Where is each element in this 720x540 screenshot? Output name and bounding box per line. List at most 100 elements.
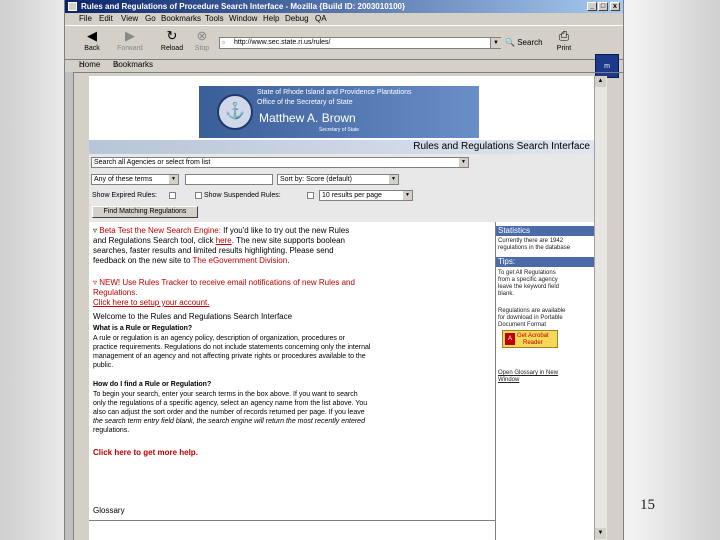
help-link[interactable]: Click here to get more help.: [93, 448, 198, 458]
reload-icon: ↻: [166, 28, 178, 43]
pdf-line-1: Regulations are available: [498, 308, 566, 314]
menu-file[interactable]: File: [79, 13, 92, 25]
rules-tracker-line-2: Regulations.: [93, 288, 138, 297]
tips-line-2: from a specific agency: [498, 277, 558, 283]
open-glossary-link[interactable]: Open Glossary in New: [498, 370, 592, 377]
show-expired-checkbox[interactable]: [169, 192, 176, 199]
how-line-5: regulations.: [93, 427, 130, 434]
banner-office: Office of the Secretary of State: [257, 99, 353, 106]
beta-line-3: searches, faster results and limited res…: [93, 246, 334, 255]
beta-line-4: feedback on the new site to The eGovernm…: [93, 256, 290, 265]
menu-edit[interactable]: Edit: [99, 13, 113, 25]
search-icon: 🔍: [505, 38, 515, 47]
menu-view[interactable]: View: [121, 13, 138, 25]
minimize-button[interactable]: _: [587, 2, 597, 11]
menu-bar: File Edit View Go Bookmarks Tools Window…: [65, 13, 623, 25]
what-question: What is a Rule or Regulation?: [93, 325, 193, 332]
sidebar-strip: [65, 72, 74, 540]
vertical-scrollbar[interactable]: ▲ ▼: [594, 76, 607, 540]
pdf-line-2: for download in Portable: [498, 315, 563, 321]
stop-button[interactable]: ⊗ Stop: [187, 28, 217, 56]
menu-window[interactable]: Window: [229, 13, 257, 25]
rules-tracker-line-1: ▿ NEW! Use Rules Tracker to receive emai…: [93, 278, 355, 287]
window-title: Rules and Regulations of Procedure Searc…: [81, 2, 406, 11]
per-page-select[interactable]: 10 results per page ▼: [319, 190, 413, 201]
what-line-3: management of an agency and not affectin…: [93, 353, 366, 360]
collapse-icon[interactable]: ▿: [93, 226, 97, 235]
menu-debug[interactable]: Debug: [285, 13, 309, 25]
menu-help[interactable]: Help: [263, 13, 279, 25]
close-button[interactable]: x: [610, 2, 620, 11]
beta-line-1: ▿ Beta Test the New Search Engine: If yo…: [93, 226, 350, 235]
stats-line-1: Currently there are 1942: [498, 238, 564, 244]
glossary-heading: Glossary: [93, 506, 125, 515]
statistics-header: Statistics: [496, 226, 594, 236]
stop-icon: ⊗: [196, 28, 208, 43]
egov-division-link[interactable]: The eGovernment Division: [192, 256, 287, 265]
app-icon: [68, 2, 77, 11]
tips-header: Tips:: [496, 257, 594, 267]
personal-toolbar: ⌂ Home ☆ Bookmarks: [65, 58, 623, 73]
show-suspended-label: Show Suspended Rules:: [204, 192, 281, 199]
search-terms-input[interactable]: [185, 174, 273, 185]
menu-go[interactable]: Go: [145, 13, 156, 25]
setup-account-link[interactable]: Click here to setup your account.: [93, 298, 210, 308]
chevron-down-icon: ▼: [169, 175, 178, 184]
header-banner: ⚓ State of Rhode Island and Providence P…: [199, 86, 479, 138]
title-bar: Rules and Regulations of Procedure Searc…: [65, 0, 623, 13]
chevron-down-icon: ▼: [459, 158, 468, 167]
tips-line-3: leave the keyword field: [498, 284, 560, 290]
show-expired-label: Show Expired Rules:: [92, 192, 157, 199]
search-button[interactable]: 🔍 Search: [505, 35, 549, 50]
what-line-4: public.: [93, 362, 114, 369]
open-glossary-link-2[interactable]: Window: [498, 377, 592, 384]
scroll-up-arrow-icon[interactable]: ▲: [595, 76, 606, 87]
collapse-icon[interactable]: ▿: [93, 278, 97, 287]
page-title: Rules and Regulations Search Interface: [413, 141, 590, 152]
how-line-4: the search term entry field blank, the s…: [93, 418, 365, 425]
divider: [89, 520, 495, 521]
print-button[interactable]: ⎙ Print: [549, 28, 579, 56]
url-dropdown-button[interactable]: ▼: [490, 38, 501, 48]
menu-tools[interactable]: Tools: [205, 13, 224, 25]
print-icon: ⎙: [558, 28, 570, 43]
chevron-down-icon: ▼: [403, 191, 412, 200]
welcome-heading: Welcome to the Rules and Regulations Sea…: [93, 312, 293, 321]
show-suspended-toggle[interactable]: [307, 192, 314, 199]
url-field[interactable]: ▫ http://www.sec.state.ri.us/rules/: [219, 37, 501, 49]
menu-bookmarks[interactable]: Bookmarks: [161, 13, 201, 25]
page-content: ⚓ State of Rhode Island and Providence P…: [89, 76, 594, 540]
main-text: ▿ Beta Test the New Search Engine: If yo…: [89, 222, 496, 540]
pdf-line-3: Document Format: [498, 322, 547, 328]
banner-secretary-name: Matthew A. Brown: [259, 111, 356, 125]
sort-select[interactable]: Sort by: Score (default) ▼: [277, 174, 399, 185]
chevron-down-icon: ▼: [389, 175, 398, 184]
show-suspended-checkbox[interactable]: [195, 192, 202, 199]
get-acrobat-reader-button[interactable]: A Get Acrobat Reader: [502, 330, 558, 348]
scroll-down-arrow-icon[interactable]: ▼: [595, 528, 606, 539]
how-question: How do I find a Rule or Regulation?: [93, 381, 212, 388]
beta-line-2: and Regulations Search tool, click here.…: [93, 236, 346, 245]
adobe-logo-icon: A: [505, 333, 515, 345]
forward-arrow-icon: ▶: [125, 28, 135, 43]
reload-button[interactable]: ↻ Reload: [157, 28, 187, 56]
tips-line-4: blank.: [498, 291, 515, 297]
find-regulations-button[interactable]: Find Matching Regulations: [92, 206, 198, 218]
maximize-button[interactable]: □: [598, 2, 608, 11]
banner-state-name: State of Rhode Island and Providence Pla…: [257, 89, 412, 96]
menu-qa[interactable]: QA: [315, 13, 327, 25]
terms-select[interactable]: Any of these terms ▼: [91, 174, 179, 185]
page-icon: ▫: [222, 38, 225, 47]
state-seal-icon: ⚓: [217, 94, 253, 130]
beta-here-link[interactable]: here: [216, 236, 232, 245]
slide-page-number: 15: [640, 497, 655, 513]
stats-line-2: regulations in the database: [498, 245, 571, 251]
forward-button[interactable]: ▶ Forward: [115, 28, 145, 56]
page-header-bar: Rules and Regulations Search Interface: [89, 140, 594, 155]
agency-select[interactable]: Search all Agencies or select from list …: [91, 157, 469, 168]
back-arrow-icon: ◀: [87, 28, 97, 43]
tips-line-1: To get All Regulations: [498, 270, 556, 276]
right-column: Statistics Currently there are 1942 regu…: [496, 222, 594, 540]
back-button[interactable]: ◀ Back: [77, 28, 107, 56]
banner-role: Secretary of State: [319, 127, 360, 133]
